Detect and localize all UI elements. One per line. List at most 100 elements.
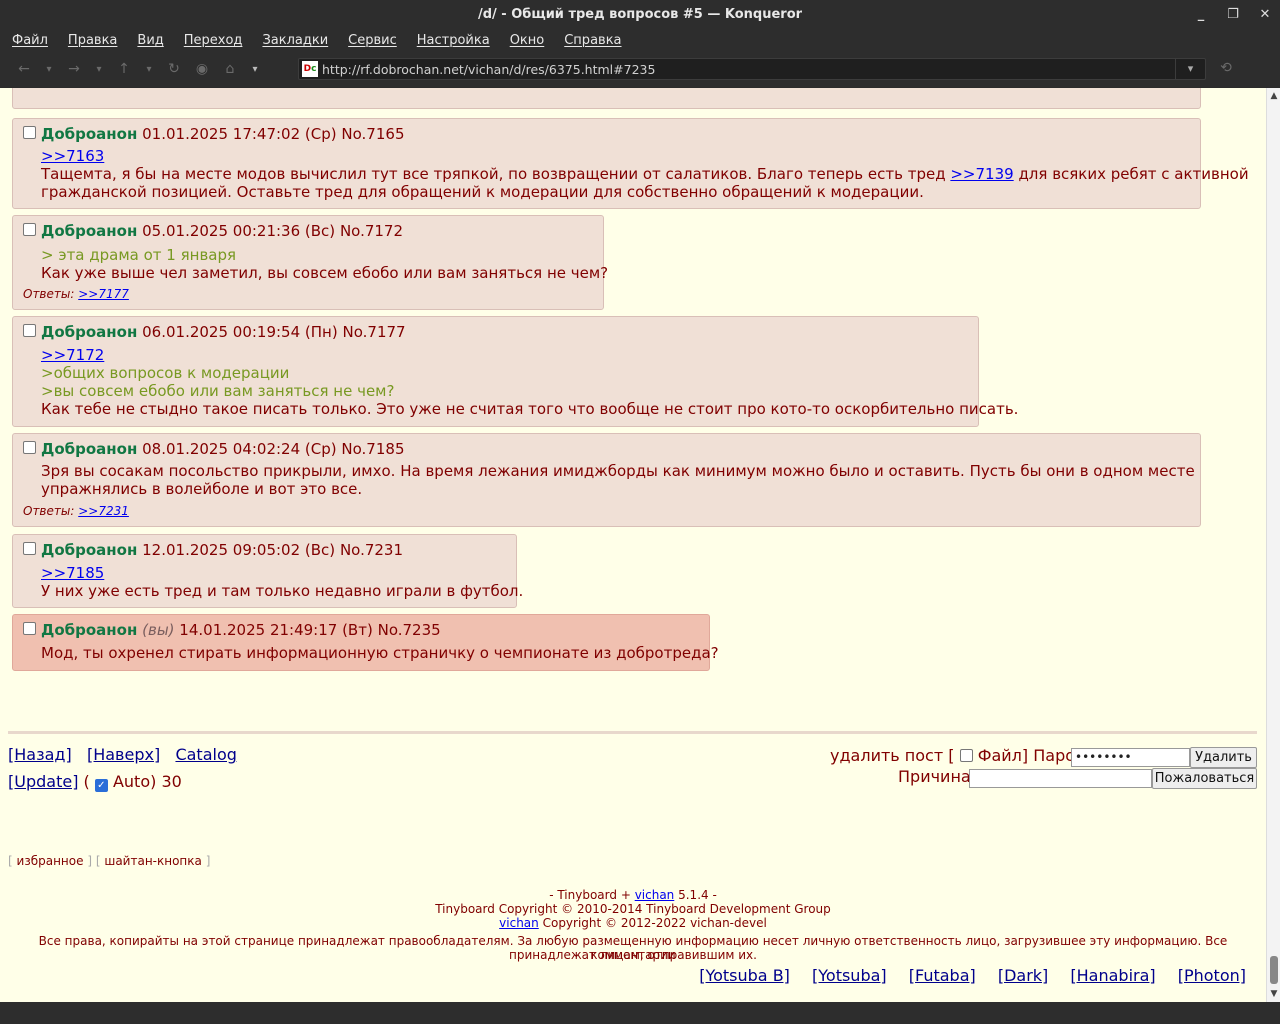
location-bar[interactable]: Dc http://rf.dobrochan.net/vichan/d/res/…: [298, 58, 1206, 80]
footer-copyright-vichan: vichan Copyright © 2012-2022 vichan-deve…: [0, 916, 1266, 930]
menu-settings[interactable]: Настройка: [417, 33, 490, 48]
forward-history-icon[interactable]: ▾: [88, 64, 110, 75]
replies-list: Ответы: >>7177: [23, 287, 129, 301]
scroll-up-icon[interactable]: ▲: [1267, 88, 1280, 102]
close-icon[interactable]: ✕: [1258, 7, 1272, 22]
konqueror-window: /d/ - Общий тред вопросов #5 — Konqueror…: [0, 0, 1280, 1024]
menu-tools[interactable]: Сервис: [348, 33, 397, 48]
reply-link[interactable]: >>7163: [41, 147, 104, 165]
url-text[interactable]: http://rf.dobrochan.net/vichan/d/res/637…: [322, 62, 655, 77]
post-header: Доброанон 08.01.2025 04:02:24 (Ср) No.71…: [41, 440, 404, 458]
post-select-checkbox[interactable]: [23, 622, 36, 635]
greentext-quote: >вы совсем ебобо или вам заняться не чем…: [41, 382, 395, 400]
menu-file[interactable]: Файл: [12, 33, 48, 48]
post-header: Доброанон (вы) 14.01.2025 21:49:17 (Вт) …: [41, 621, 441, 639]
post-date: 14.01.2025 21:49:17 (Вт): [179, 621, 373, 639]
status-bar: [0, 1002, 1280, 1024]
back-history-icon[interactable]: ▾: [38, 64, 60, 75]
reply-link[interactable]: >>7185: [41, 564, 104, 582]
poster-name: Доброанон: [41, 541, 138, 559]
stop-icon[interactable]: ◉: [188, 61, 216, 77]
minimize-icon[interactable]: _: [1194, 7, 1208, 22]
reason-field[interactable]: [969, 769, 1152, 788]
menu-bookmarks[interactable]: Закладки: [262, 33, 328, 48]
post-select-checkbox[interactable]: [23, 441, 36, 454]
style-photon[interactable]: [Photon]: [1178, 966, 1246, 985]
menu-window[interactable]: Окно: [510, 33, 545, 48]
post-number[interactable]: No.7185: [341, 440, 404, 458]
post-header: Доброанон 06.01.2025 00:19:54 (Пн) No.71…: [41, 323, 406, 341]
update-link[interactable]: [Update]: [8, 772, 78, 791]
reload-icon[interactable]: ↻: [160, 61, 188, 77]
menu-help[interactable]: Справка: [564, 33, 621, 48]
forward-icon[interactable]: →: [60, 61, 88, 77]
catalog-link[interactable]: Catalog: [175, 745, 236, 764]
reply-link[interactable]: >>7139: [950, 165, 1013, 183]
clear-url-icon[interactable]: ⟲: [1212, 60, 1240, 76]
post-select-checkbox[interactable]: [23, 542, 36, 555]
file-label: Файл]: [977, 746, 1029, 765]
style-yotsuba-b[interactable]: [Yotsuba B]: [699, 966, 790, 985]
vichan-link[interactable]: vichan: [635, 888, 675, 902]
style-yotsuba[interactable]: [Yotsuba]: [812, 966, 887, 985]
scroll-down-icon[interactable]: ▼: [1267, 988, 1280, 1002]
up-history-icon[interactable]: ▾: [138, 64, 160, 75]
greentext-quote: > эта драма от 1 января: [41, 246, 237, 264]
post-select-checkbox[interactable]: [23, 223, 36, 236]
reply-backlink[interactable]: >>7231: [78, 504, 129, 518]
post-text-line: Тащемта, я бы на месте модов вычислил ту…: [41, 165, 1249, 183]
vichan-link[interactable]: vichan: [499, 916, 539, 930]
post-number[interactable]: No.7172: [340, 222, 403, 240]
post-number[interactable]: No.7235: [378, 621, 441, 639]
toolbar-dropdown-icon[interactable]: ▾: [244, 64, 266, 75]
post-select-checkbox[interactable]: [23, 324, 36, 337]
delete-file-only-checkbox[interactable]: [959, 749, 973, 762]
post-number[interactable]: No.7165: [341, 125, 404, 143]
replies-list: Ответы: >>7231: [23, 504, 129, 518]
home-icon[interactable]: ⌂: [216, 61, 244, 77]
back-icon[interactable]: ←: [10, 61, 38, 77]
reply-link[interactable]: >>7172: [41, 346, 104, 364]
extra-links: [ избранное ] [ шайтан-кнопка ]: [8, 854, 211, 868]
reply-backlink[interactable]: >>7177: [78, 287, 129, 301]
auto-open-paren: (: [83, 772, 90, 791]
reason-label: Причина: [898, 767, 971, 786]
post-select-checkbox[interactable]: [23, 126, 36, 139]
url-history-dropdown-icon[interactable]: ▾: [1175, 59, 1205, 79]
report-button[interactable]: Пожаловаться: [1152, 768, 1257, 789]
menu-edit[interactable]: Правка: [68, 33, 117, 48]
top-link[interactable]: [Наверх]: [87, 745, 160, 764]
vertical-scrollbar[interactable]: ▲ ▼: [1266, 88, 1280, 1002]
post-text-line: гражданской позицией. Оставьте тред для …: [41, 183, 924, 201]
scrollbar-thumb[interactable]: [1270, 956, 1278, 984]
previous-post-fragment: [12, 88, 1201, 109]
footer-disclaimer-2: принадлежат лицам, отправившим их.: [509, 948, 757, 962]
poster-name: Доброанон: [41, 323, 138, 341]
menu-go[interactable]: Переход: [184, 33, 243, 48]
post-date: 08.01.2025 04:02:24 (Ср): [142, 440, 337, 458]
auto-update-seconds: 30: [161, 772, 182, 791]
style-hanabira[interactable]: [Hanabira]: [1070, 966, 1155, 985]
window-title: /d/ - Общий тред вопросов #5 — Konqueror: [477, 7, 803, 22]
post-header: Доброанон 05.01.2025 00:21:36 (Вс) No.71…: [41, 222, 403, 240]
maximize-icon[interactable]: ❐: [1226, 7, 1240, 22]
auto-update-label: Auto): [112, 772, 157, 791]
delete-button[interactable]: Удалить: [1190, 747, 1257, 768]
up-icon[interactable]: ↑: [110, 61, 138, 77]
post-number[interactable]: No.7231: [340, 541, 403, 559]
menu-view[interactable]: Вид: [137, 33, 163, 48]
post-text-line: Как уже выше чел заметил, вы совсем ебоб…: [41, 264, 609, 282]
shaitan-button-link[interactable]: шайтан-кнопка: [104, 854, 202, 868]
post-date: 06.01.2025 00:19:54 (Пн): [142, 323, 338, 341]
post-7231: Доброанон 12.01.2025 09:05:02 (Вс) No.72…: [12, 534, 523, 608]
footer-text: - Tinyboard +: [549, 888, 635, 902]
back-link[interactable]: [Назад]: [8, 745, 72, 764]
post-date: 05.01.2025 00:21:36 (Вс): [142, 222, 336, 240]
auto-update-checkbox[interactable]: ✓: [94, 779, 108, 792]
post-number[interactable]: No.7177: [343, 323, 406, 341]
password-field[interactable]: ••••••••: [1071, 748, 1190, 767]
style-futaba[interactable]: [Futaba]: [909, 966, 976, 985]
favorites-link[interactable]: избранное: [17, 854, 84, 868]
style-dark[interactable]: [Dark]: [998, 966, 1048, 985]
footer-copyright-tinyboard: Tinyboard Copyright © 2010-2014 Tinyboar…: [435, 902, 831, 916]
